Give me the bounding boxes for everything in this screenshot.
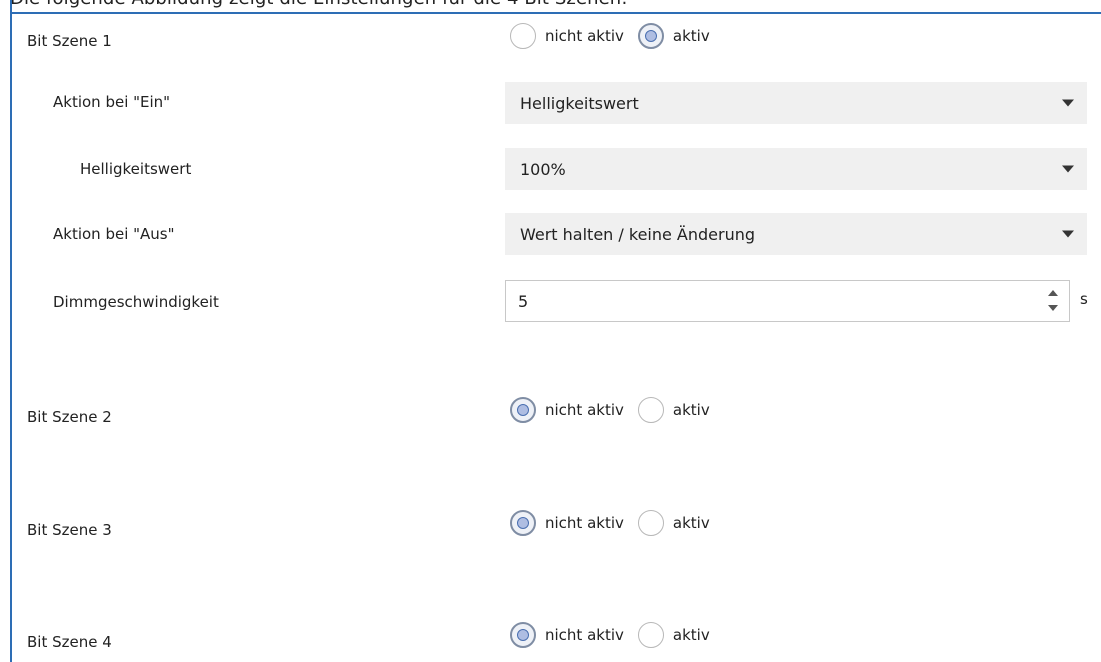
radio-unselected-icon[interactable] bbox=[637, 510, 664, 536]
scene2-label: Bit Szene 2 bbox=[27, 408, 112, 426]
radio-selected-icon[interactable] bbox=[510, 397, 536, 423]
scene2-option-inactive[interactable]: nicht aktiv bbox=[510, 397, 624, 423]
decrement-icon[interactable] bbox=[1048, 305, 1058, 311]
scene1-label: Bit Szene 1 bbox=[27, 32, 112, 50]
dim-speed-value[interactable]: 5 bbox=[518, 292, 528, 311]
scene3-option-active-label: aktiv bbox=[672, 514, 710, 532]
brightness-label: Helligkeitswert bbox=[80, 160, 192, 178]
brightness-value: 100% bbox=[520, 159, 566, 179]
scene3-option-inactive-label: nicht aktiv bbox=[545, 514, 624, 532]
chevron-down-icon[interactable] bbox=[1062, 165, 1074, 173]
radio-selected-icon[interactable] bbox=[510, 622, 536, 648]
scene3-option-inactive[interactable]: nicht aktiv bbox=[510, 510, 624, 536]
dim-speed-label: Dimmgeschwindigkeit bbox=[53, 293, 219, 311]
action-on-label: Aktion bei "Ein" bbox=[53, 93, 171, 111]
scene3-option-active[interactable]: aktiv bbox=[637, 510, 710, 536]
radio-selected-icon[interactable] bbox=[510, 510, 536, 536]
action-on-value: Helligkeitswert bbox=[520, 93, 639, 113]
scene2-option-active[interactable]: aktiv bbox=[637, 397, 710, 423]
radio-unselected-icon[interactable] bbox=[637, 622, 664, 648]
scene4-option-inactive[interactable]: nicht aktiv bbox=[510, 622, 624, 648]
scene1-option-inactive[interactable]: nicht aktiv bbox=[510, 23, 624, 49]
scene3-radio-group: nicht aktiv aktiv bbox=[510, 508, 724, 538]
scene4-option-active[interactable]: aktiv bbox=[637, 622, 710, 648]
frame-border-left bbox=[10, 0, 12, 662]
scene4-option-active-label: aktiv bbox=[672, 626, 710, 644]
chevron-down-icon[interactable] bbox=[1062, 99, 1074, 107]
scene2-radio-group: nicht aktiv aktiv bbox=[510, 395, 724, 425]
radio-selected-icon[interactable] bbox=[637, 23, 664, 49]
action-off-value: Wert halten / keine Änderung bbox=[520, 224, 756, 244]
dim-speed-unit: s bbox=[1080, 290, 1088, 308]
chevron-down-icon[interactable] bbox=[1062, 230, 1074, 238]
scene2-option-inactive-label: nicht aktiv bbox=[545, 401, 624, 419]
action-on-select[interactable]: Helligkeitswert bbox=[505, 82, 1087, 124]
page-header: Die folgende Abbildung zeigt die Einstel… bbox=[10, 0, 627, 9]
scene1-option-active-label: aktiv bbox=[672, 27, 710, 45]
frame-border-top bbox=[10, 12, 1101, 14]
scene4-option-inactive-label: nicht aktiv bbox=[545, 626, 624, 644]
scene4-label: Bit Szene 4 bbox=[27, 633, 112, 651]
brightness-select[interactable]: 100% bbox=[505, 148, 1087, 190]
dim-speed-stepper[interactable]: 5 bbox=[505, 280, 1070, 322]
increment-icon[interactable] bbox=[1048, 290, 1058, 296]
spinner[interactable] bbox=[1047, 287, 1059, 315]
scene1-radio-group: nicht aktiv aktiv bbox=[510, 21, 724, 51]
radio-unselected-icon[interactable] bbox=[637, 397, 664, 423]
scene2-option-active-label: aktiv bbox=[672, 401, 710, 419]
radio-unselected-icon[interactable] bbox=[510, 23, 536, 49]
scene4-radio-group: nicht aktiv aktiv bbox=[510, 620, 724, 650]
scene3-label: Bit Szene 3 bbox=[27, 521, 112, 539]
scene1-option-inactive-label: nicht aktiv bbox=[545, 27, 624, 45]
scene1-option-active[interactable]: aktiv bbox=[637, 23, 710, 49]
action-off-select[interactable]: Wert halten / keine Änderung bbox=[505, 213, 1087, 255]
action-off-label: Aktion bei "Aus" bbox=[53, 225, 175, 243]
